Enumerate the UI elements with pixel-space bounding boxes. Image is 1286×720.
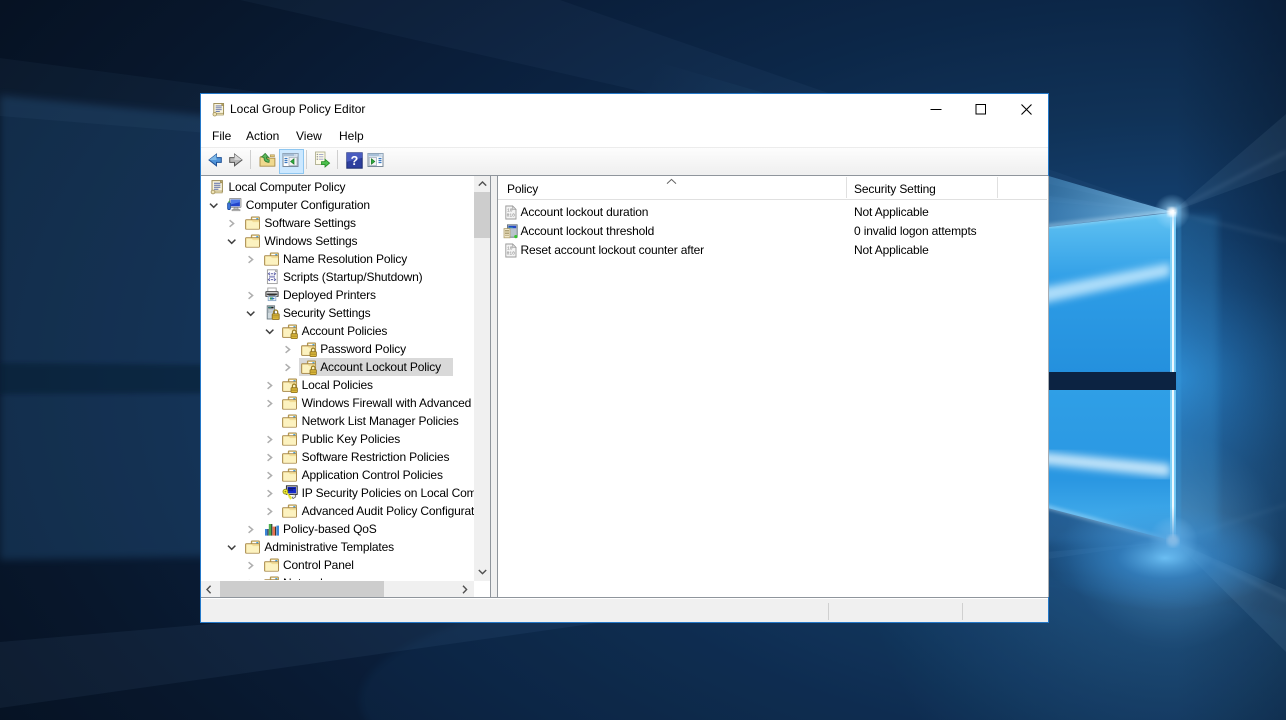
svg-text:?: ? bbox=[351, 154, 359, 168]
